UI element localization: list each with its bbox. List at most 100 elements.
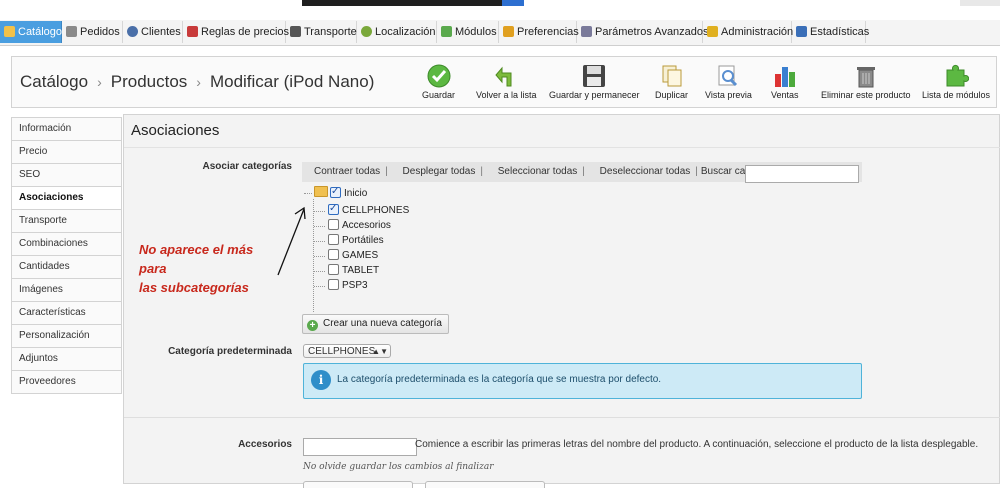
tree-node-psp3: PSP3 [314,279,368,293]
tree-node-root: Inicio [302,185,368,200]
tree-node-label: TABLET [342,265,380,276]
tree-node-tablet: TABLET [314,264,379,278]
globe-icon [361,26,372,37]
associate-categories-label: Asociar categorías [202,161,293,172]
bar-chart-icon [774,67,795,87]
breadcrumb-separator: › [196,74,201,90]
divider [124,147,1000,148]
separator: | [385,166,388,177]
divider [124,417,1000,418]
menu-item-combinaciones[interactable]: Combinaciones [12,233,121,256]
separator: | [695,166,698,177]
tree-connector [314,211,325,212]
accessories-input[interactable] [303,438,417,456]
back-arrow-icon [495,66,512,87]
menu-item-imagenes[interactable]: Imágenes [12,279,121,302]
module-list-button[interactable]: Lista de módulos [922,64,990,100]
menu-item-proveedores[interactable]: Proveedores [12,371,121,394]
search-category-input[interactable] [745,165,859,183]
nav-label: Parámetros Avanzados [595,26,709,38]
menu-item-asociaciones[interactable]: Asociaciones [12,187,121,210]
menu-item-seo[interactable]: SEO [12,164,121,187]
menu-item-personalizacion[interactable]: Personalización [12,325,121,348]
annotation-line: No aparece el más [139,242,254,257]
top-search-button[interactable] [502,0,524,6]
info-icon: i [311,370,331,390]
breadcrumb-item-productos[interactable]: Productos [111,72,188,91]
nav-label: Reglas de precios [201,26,290,38]
menu-item-precio[interactable]: Precio [12,141,121,164]
root-category-checkbox[interactable] [330,185,341,199]
category-checkbox[interactable] [328,249,339,260]
category-checkbox[interactable] [328,279,339,290]
nav-item-transporte[interactable]: Transporte [286,21,357,43]
save-and-stay-button[interactable]: Guardar y permanecer [549,64,640,100]
nav-item-catalogo[interactable]: Catálogo [0,21,62,43]
save-label: Guardar [422,90,456,100]
save-button[interactable]: Guardar [422,64,455,100]
nav-label: Administración [721,26,794,38]
sales-button[interactable]: Ventas [771,64,799,100]
cart-icon [66,26,77,37]
category-checkbox[interactable] [328,202,339,216]
nav-label: Preferencias [517,26,579,38]
nav-item-estadisticas[interactable]: Estadísticas [792,21,869,43]
duplicate-button[interactable]: Duplicar [655,64,688,100]
back-to-list-label: Volver a la lista [476,90,537,100]
annotation-line: para [139,261,167,276]
category-checkbox[interactable] [328,234,339,245]
nav-item-localizacion[interactable]: Localización [357,21,437,43]
nav-item-modulos[interactable]: Módulos [437,21,499,43]
breadcrumb-item-catalogo[interactable]: Catálogo [20,72,88,91]
bottom-field-stub [303,481,413,488]
folder-open-icon [314,186,328,197]
default-category-select[interactable]: CELLPHONES ▲▼ [303,344,391,358]
tree-node-label: Inicio [344,188,368,199]
collapse-all-link[interactable]: Contraer todas [314,166,380,177]
nav-item-pedidos[interactable]: Pedidos [62,21,123,43]
tree-node-label: CELLPHONES [342,205,410,216]
expand-all-link[interactable]: Desplegar todas [403,166,476,177]
red-annotation: No aparece el más para las subcategorías [139,240,253,297]
menu-item-cantidades[interactable]: Cantidades [12,256,121,279]
separator: | [480,166,483,177]
preview-icon [718,65,738,87]
nav-item-administracion[interactable]: Administración [703,21,794,43]
trash-icon [856,67,875,88]
category-checkbox[interactable] [328,219,339,230]
nav-item-clientes[interactable]: Clientes [123,21,183,43]
truck-icon [290,26,301,37]
menu-item-adjuntos[interactable]: Adjuntos [12,348,121,371]
tree-node-label: GAMES [342,250,379,261]
folder-icon [4,26,15,37]
associations-panel: Asociaciones Asociar categorías Contraer… [123,114,1000,488]
breadcrumb-separator: › [97,74,102,90]
nav-label: Clientes [141,26,181,38]
preview-button[interactable]: Vista previa [705,64,752,100]
nav-item-parametros-avanzados[interactable]: Parámetros Avanzados [577,21,709,43]
nav-item-reglas-precios[interactable]: Reglas de precios [183,21,290,43]
deselect-all-link[interactable]: Deseleccionar todas [600,166,691,177]
tree-connector [314,241,325,242]
top-search-bar[interactable] [302,0,524,6]
back-to-list-button[interactable]: Volver a la lista [476,64,537,100]
create-new-category-button[interactable]: + Crear una nueva categoría [302,314,449,334]
delete-product-label: Eliminar este producto [821,90,911,100]
page-toolbar: Catálogo › Productos › Modificar (iPod Nano)… [11,56,997,108]
default-category-value: CELLPHONES [308,346,376,357]
duplicate-icon [662,65,681,87]
menu-item-informacion[interactable]: Información [12,118,121,141]
menu-item-transporte[interactable]: Transporte [12,210,121,233]
category-checkbox[interactable] [328,264,339,275]
breadcrumb-item-current: Modificar (iPod Nano) [209,72,375,91]
select-all-link[interactable]: Seleccionar todas [498,166,578,177]
floppy-disk-icon [583,65,606,87]
tree-node-label: PSP3 [342,280,368,291]
tree-connector [314,256,325,257]
menu-item-caracteristicas[interactable]: Características [12,302,121,325]
nav-item-preferencias[interactable]: Preferencias [499,21,579,43]
tree-connector [314,226,325,227]
select-arrows-icon: ▲▼ [372,347,388,356]
delete-product-button[interactable]: Eliminar este producto [821,64,911,100]
nav-label: Módulos [455,26,497,38]
